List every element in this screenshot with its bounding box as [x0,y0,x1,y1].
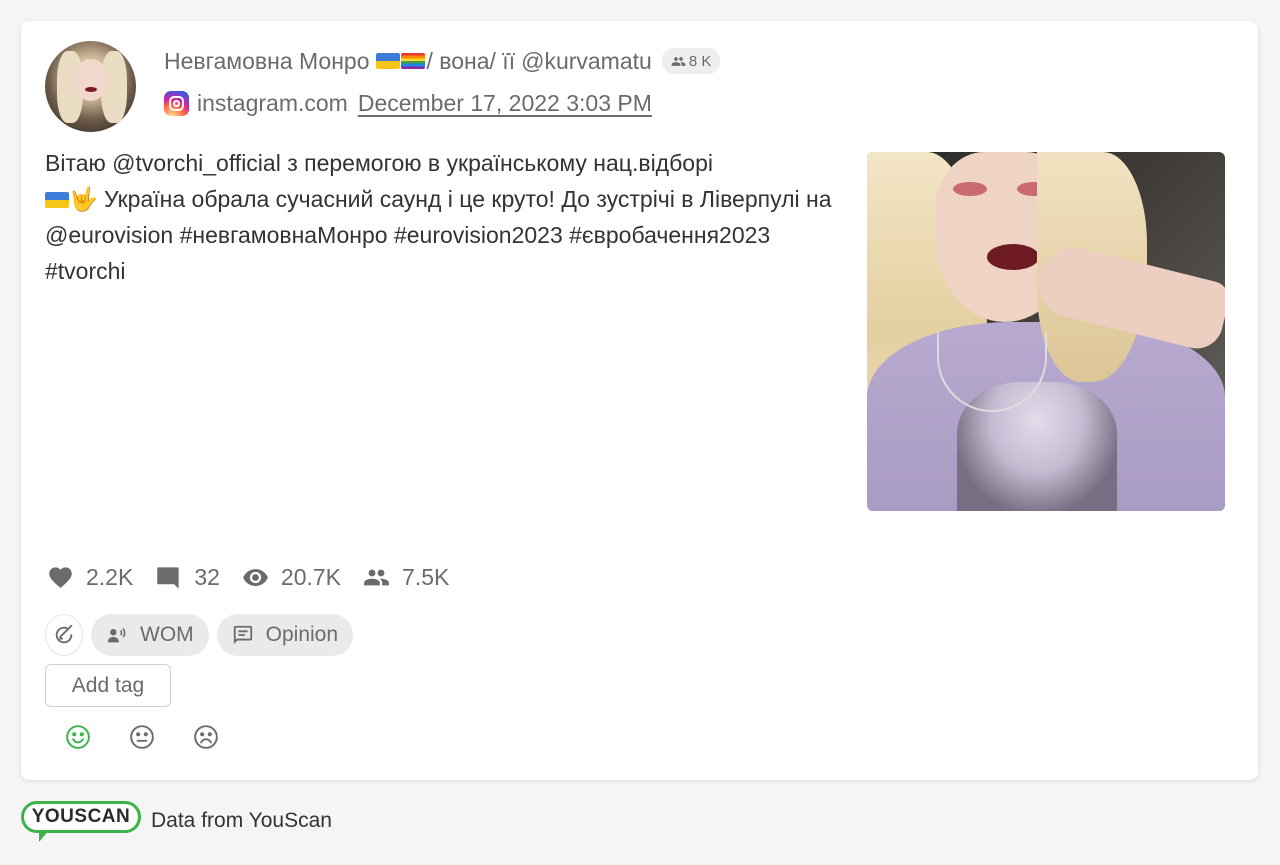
opinion-icon [233,625,252,645]
source-platform: instagram.com [197,89,348,116]
neutral-icon[interactable] [129,724,155,750]
mark-processed-button[interactable] [45,614,83,656]
views-count: 20.7K [280,563,342,590]
tag-chip-label: WOM [140,623,194,646]
likes-metric: 2.2K [47,564,133,591]
youscan-logo: YOUSCAN [21,799,141,843]
likes-count: 2.2K [86,563,134,590]
followers-count: 8 K [688,52,712,70]
author-pronouns: / вона/ її [426,47,516,74]
heart-icon [49,566,72,588]
megaphone-icon [107,628,126,643]
comments-metric: 32 [155,564,220,591]
post-date-link[interactable]: December 17, 2022 3:03 PM [358,90,652,117]
rainbow-flag-icon [400,53,425,69]
people-small-icon [671,56,686,66]
youscan-logo-text: YOUSCAN [21,801,141,833]
eye-icon [243,568,268,586]
people-icon [364,569,389,585]
check-edit-icon [55,624,73,644]
views-metric: 20.7K [242,564,341,591]
ukraine-flag-icon [375,53,400,69]
author-line: Невгамовна Монро / вона/ її @kurvamatu 8… [164,47,721,75]
footer: YOUSCAN Data from YouScan [21,799,332,843]
reach-metric: 7.5K [363,564,449,591]
author-handle[interactable]: @kurvamatu [521,48,652,75]
author-name[interactable]: Невгамовна Монро [164,48,370,75]
add-tag-button[interactable]: Add tag [45,664,171,707]
post-text-part1: Вітаю @tvorchi_official з перемогою в ук… [45,150,713,176]
smile-icon[interactable] [65,724,91,750]
instagram-icon [164,90,189,116]
comment-icon [157,566,179,589]
post-text: Вітаю @tvorchi_official з перемогою в ук… [45,145,845,289]
tag-chip-wom[interactable]: WOM [91,614,209,656]
comments-count: 32 [194,563,220,590]
tags-row: WOM Opinion [45,614,354,656]
footer-text: Data from YouScan [151,809,332,832]
post-card: Невгамовна Монро / вона/ її @kurvamatu 8… [21,21,1258,780]
author-avatar[interactable] [45,41,136,132]
sentiment-selector [65,724,219,750]
ukraine-flag-icon [45,192,69,208]
followers-badge: 8 K [661,48,721,74]
sad-icon[interactable] [193,724,219,750]
post-text-part2: 🤟 Україна обрала сучасний саунд і це кру… [45,186,832,284]
post-image[interactable] [867,152,1225,511]
tag-chip-opinion[interactable]: Opinion [216,614,354,656]
tag-chip-label: Opinion [265,623,339,646]
engagement-metrics: 2.2K 32 20.7K 7.5K [47,562,471,592]
reach-count: 7.5K [402,563,450,590]
flag-icons [375,53,425,69]
source-line: instagram.com December 17, 2022 3:03 PM [164,89,652,117]
